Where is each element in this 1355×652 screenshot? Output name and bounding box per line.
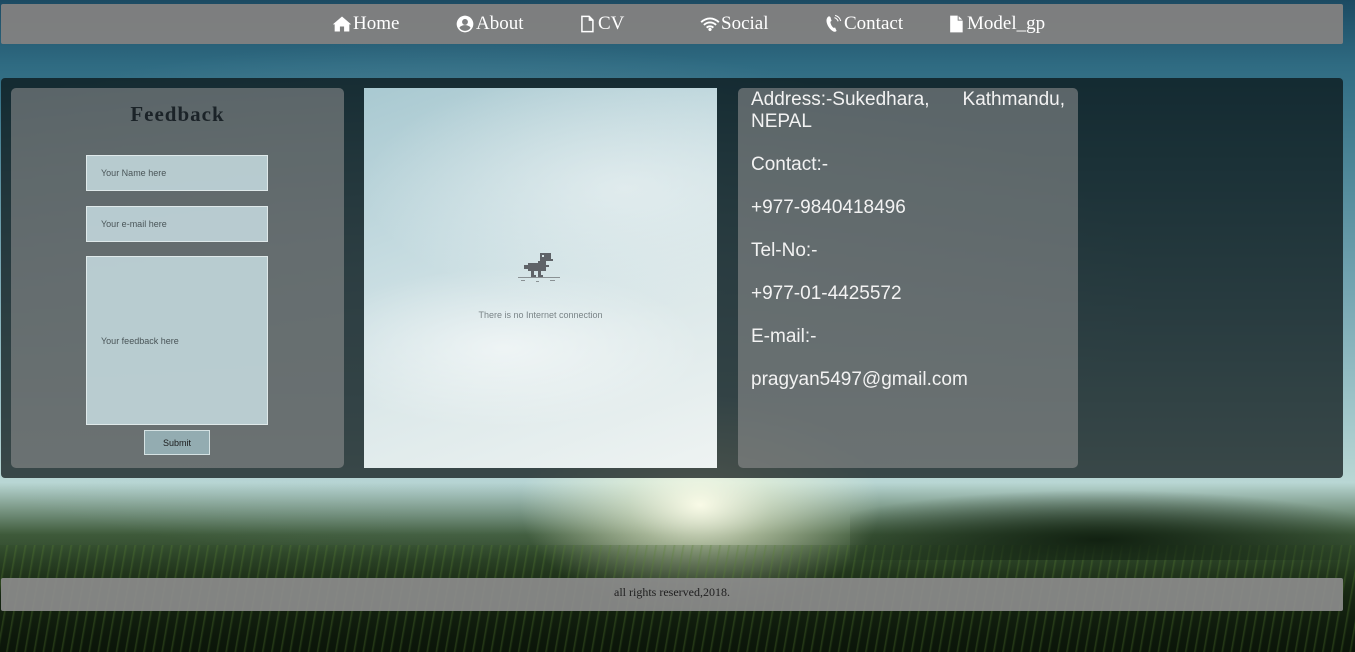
contact-number: +977-9840418496 <box>751 197 906 218</box>
tel-number: +977-01-4425572 <box>751 283 902 304</box>
nav-contact-label: Contact <box>844 13 904 34</box>
wifi-icon <box>700 17 720 32</box>
contact-info-panel: Address:-Sukedhara, Kathmandu, NEPAL Con… <box>738 88 1078 468</box>
top-navbar: Home About CV Social Contact Model_gp <box>1 4 1343 44</box>
address-text: Address:-Sukedhara, Kathmandu, NEPAL <box>751 89 1065 132</box>
feedback-form: Feedback Submit <box>11 88 344 468</box>
email-address: pragyan5497@gmail.com <box>751 369 968 390</box>
document-outline-icon <box>581 15 594 33</box>
phone-icon <box>826 14 842 32</box>
nav-about-label: About <box>476 13 524 34</box>
nav-social-label: Social <box>721 13 769 34</box>
submit-button[interactable]: Submit <box>144 430 210 455</box>
nav-model-gp-label: Model_gp <box>967 13 1046 34</box>
background-trees <box>850 470 1355 560</box>
nav-cv-link[interactable]: CV <box>577 11 624 37</box>
document-filled-icon <box>950 15 963 33</box>
copyright-text: all rights reserved,2018. <box>614 585 730 599</box>
email-field[interactable] <box>86 206 268 242</box>
home-icon <box>332 16 352 32</box>
contact-label: Contact:- <box>751 154 829 175</box>
nav-home-link[interactable]: Home <box>332 11 399 37</box>
tel-label: Tel-No:- <box>751 240 818 261</box>
nav-model-gp-link[interactable]: Model_gp <box>946 11 1045 37</box>
footer: all rights reserved,2018. <box>1 578 1343 611</box>
dinosaur-icon <box>518 253 560 282</box>
nav-cv-label: CV <box>598 13 625 34</box>
name-field[interactable] <box>86 155 268 191</box>
feedback-title: Feedback <box>130 102 225 126</box>
embedded-map-frame[interactable]: There is no Internet connection <box>364 88 717 468</box>
nav-contact-link[interactable]: Contact <box>823 11 903 37</box>
user-circle-icon <box>456 15 474 33</box>
nav-social-link[interactable]: Social <box>700 11 769 37</box>
offline-message: There is no Internet connection <box>478 310 603 320</box>
nav-home-label: Home <box>353 13 400 34</box>
feedback-textarea[interactable] <box>86 256 268 425</box>
nav-about-link[interactable]: About <box>455 11 524 37</box>
email-label: E-mail:- <box>751 326 817 347</box>
